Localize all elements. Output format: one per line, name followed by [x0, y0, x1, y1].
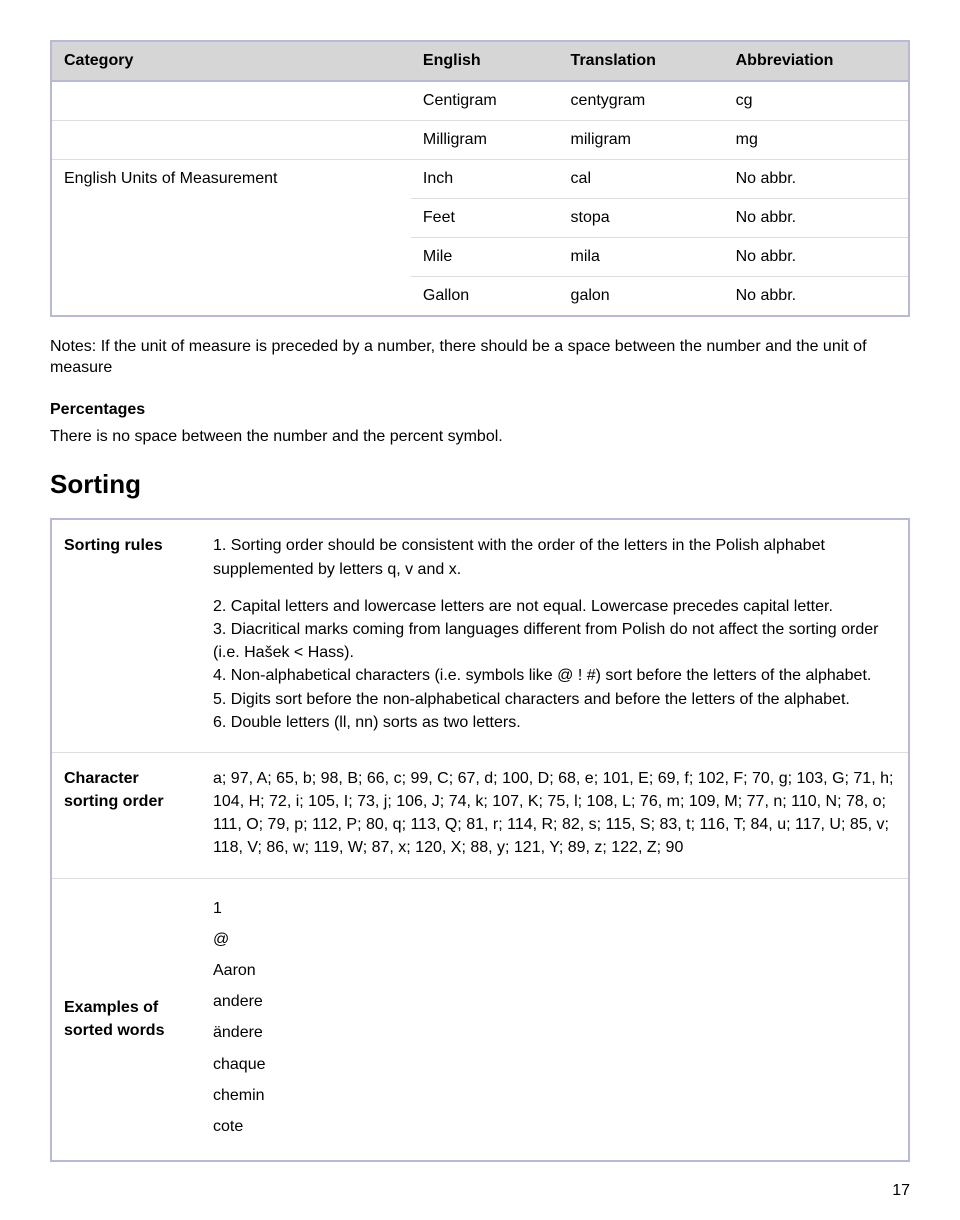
cell-translation: centygram	[559, 81, 724, 121]
char-order-label: Character sorting order	[51, 752, 201, 878]
sorting-rule-4: 4. Non-alphabetical characters (i.e. sym…	[213, 664, 896, 687]
notes-text: Notes: If the unit of measure is precede…	[50, 337, 910, 379]
sorting-rules-label: Sorting rules	[51, 519, 201, 752]
cell-category: English Units of Measurement	[51, 160, 411, 317]
cell-translation: galon	[559, 277, 724, 317]
cell-translation: cal	[559, 160, 724, 199]
example-word: 1	[213, 893, 896, 924]
cell-category	[51, 121, 411, 160]
measurement-table: Category English Translation Abbreviatio…	[50, 40, 910, 317]
cell-abbr: No abbr.	[724, 199, 909, 238]
percentages-text: There is no space between the number and…	[50, 427, 910, 448]
example-word: chemin	[213, 1080, 896, 1111]
col-english: English	[411, 41, 559, 81]
char-order-content: a; 97, A; 65, b; 98, B; 66, c; 99, C; 67…	[201, 752, 909, 878]
cell-english: Centigram	[411, 81, 559, 121]
cell-translation: miligram	[559, 121, 724, 160]
example-word: cote	[213, 1111, 896, 1142]
examples-label: Examples of sorted words	[51, 878, 201, 1161]
cell-abbr: No abbr.	[724, 277, 909, 317]
table-row: Character sorting order a; 97, A; 65, b;…	[51, 752, 909, 878]
cell-english: Feet	[411, 199, 559, 238]
cell-english: Milligram	[411, 121, 559, 160]
example-word: @	[213, 924, 896, 955]
example-word: ändere	[213, 1017, 896, 1048]
cell-english: Gallon	[411, 277, 559, 317]
table-row: English Units of Measurement Inch cal No…	[51, 160, 909, 199]
sorting-rule-6: 6. Double letters (ll, nn) sorts as two …	[213, 711, 896, 734]
table-row: Milligram miligram mg	[51, 121, 909, 160]
sorting-table: Sorting rules 1. Sorting order should be…	[50, 518, 910, 1162]
col-abbreviation: Abbreviation	[724, 41, 909, 81]
percentages-heading: Percentages	[50, 401, 910, 419]
sorting-rule-2: 2. Capital letters and lowercase letters…	[213, 595, 896, 618]
col-category: Category	[51, 41, 411, 81]
sorting-rule-5: 5. Digits sort before the non-alphabetic…	[213, 688, 896, 711]
cell-abbr: No abbr.	[724, 160, 909, 199]
cell-translation: stopa	[559, 199, 724, 238]
sorting-rules-content: 1. Sorting order should be consistent wi…	[201, 519, 909, 752]
example-word: Aaron	[213, 955, 896, 986]
sorting-rule-1: 1. Sorting order should be consistent wi…	[213, 534, 896, 580]
example-word: chaque	[213, 1049, 896, 1080]
cell-translation: mila	[559, 238, 724, 277]
cell-english: Inch	[411, 160, 559, 199]
sorting-rule-3: 3. Diacritical marks coming from languag…	[213, 618, 896, 664]
table-row: Sorting rules 1. Sorting order should be…	[51, 519, 909, 752]
cell-abbr: cg	[724, 81, 909, 121]
cell-abbr: mg	[724, 121, 909, 160]
cell-abbr: No abbr.	[724, 238, 909, 277]
table-row: Centigram centygram cg	[51, 81, 909, 121]
cell-category	[51, 81, 411, 121]
cell-english: Mile	[411, 238, 559, 277]
page-number: 17	[50, 1182, 910, 1200]
examples-content: 1 @ Aaron andere ändere chaque chemin co…	[201, 878, 909, 1161]
col-translation: Translation	[559, 41, 724, 81]
example-word: andere	[213, 986, 896, 1017]
table-row: Examples of sorted words 1 @ Aaron ander…	[51, 878, 909, 1161]
sorting-heading: Sorting	[50, 469, 910, 500]
